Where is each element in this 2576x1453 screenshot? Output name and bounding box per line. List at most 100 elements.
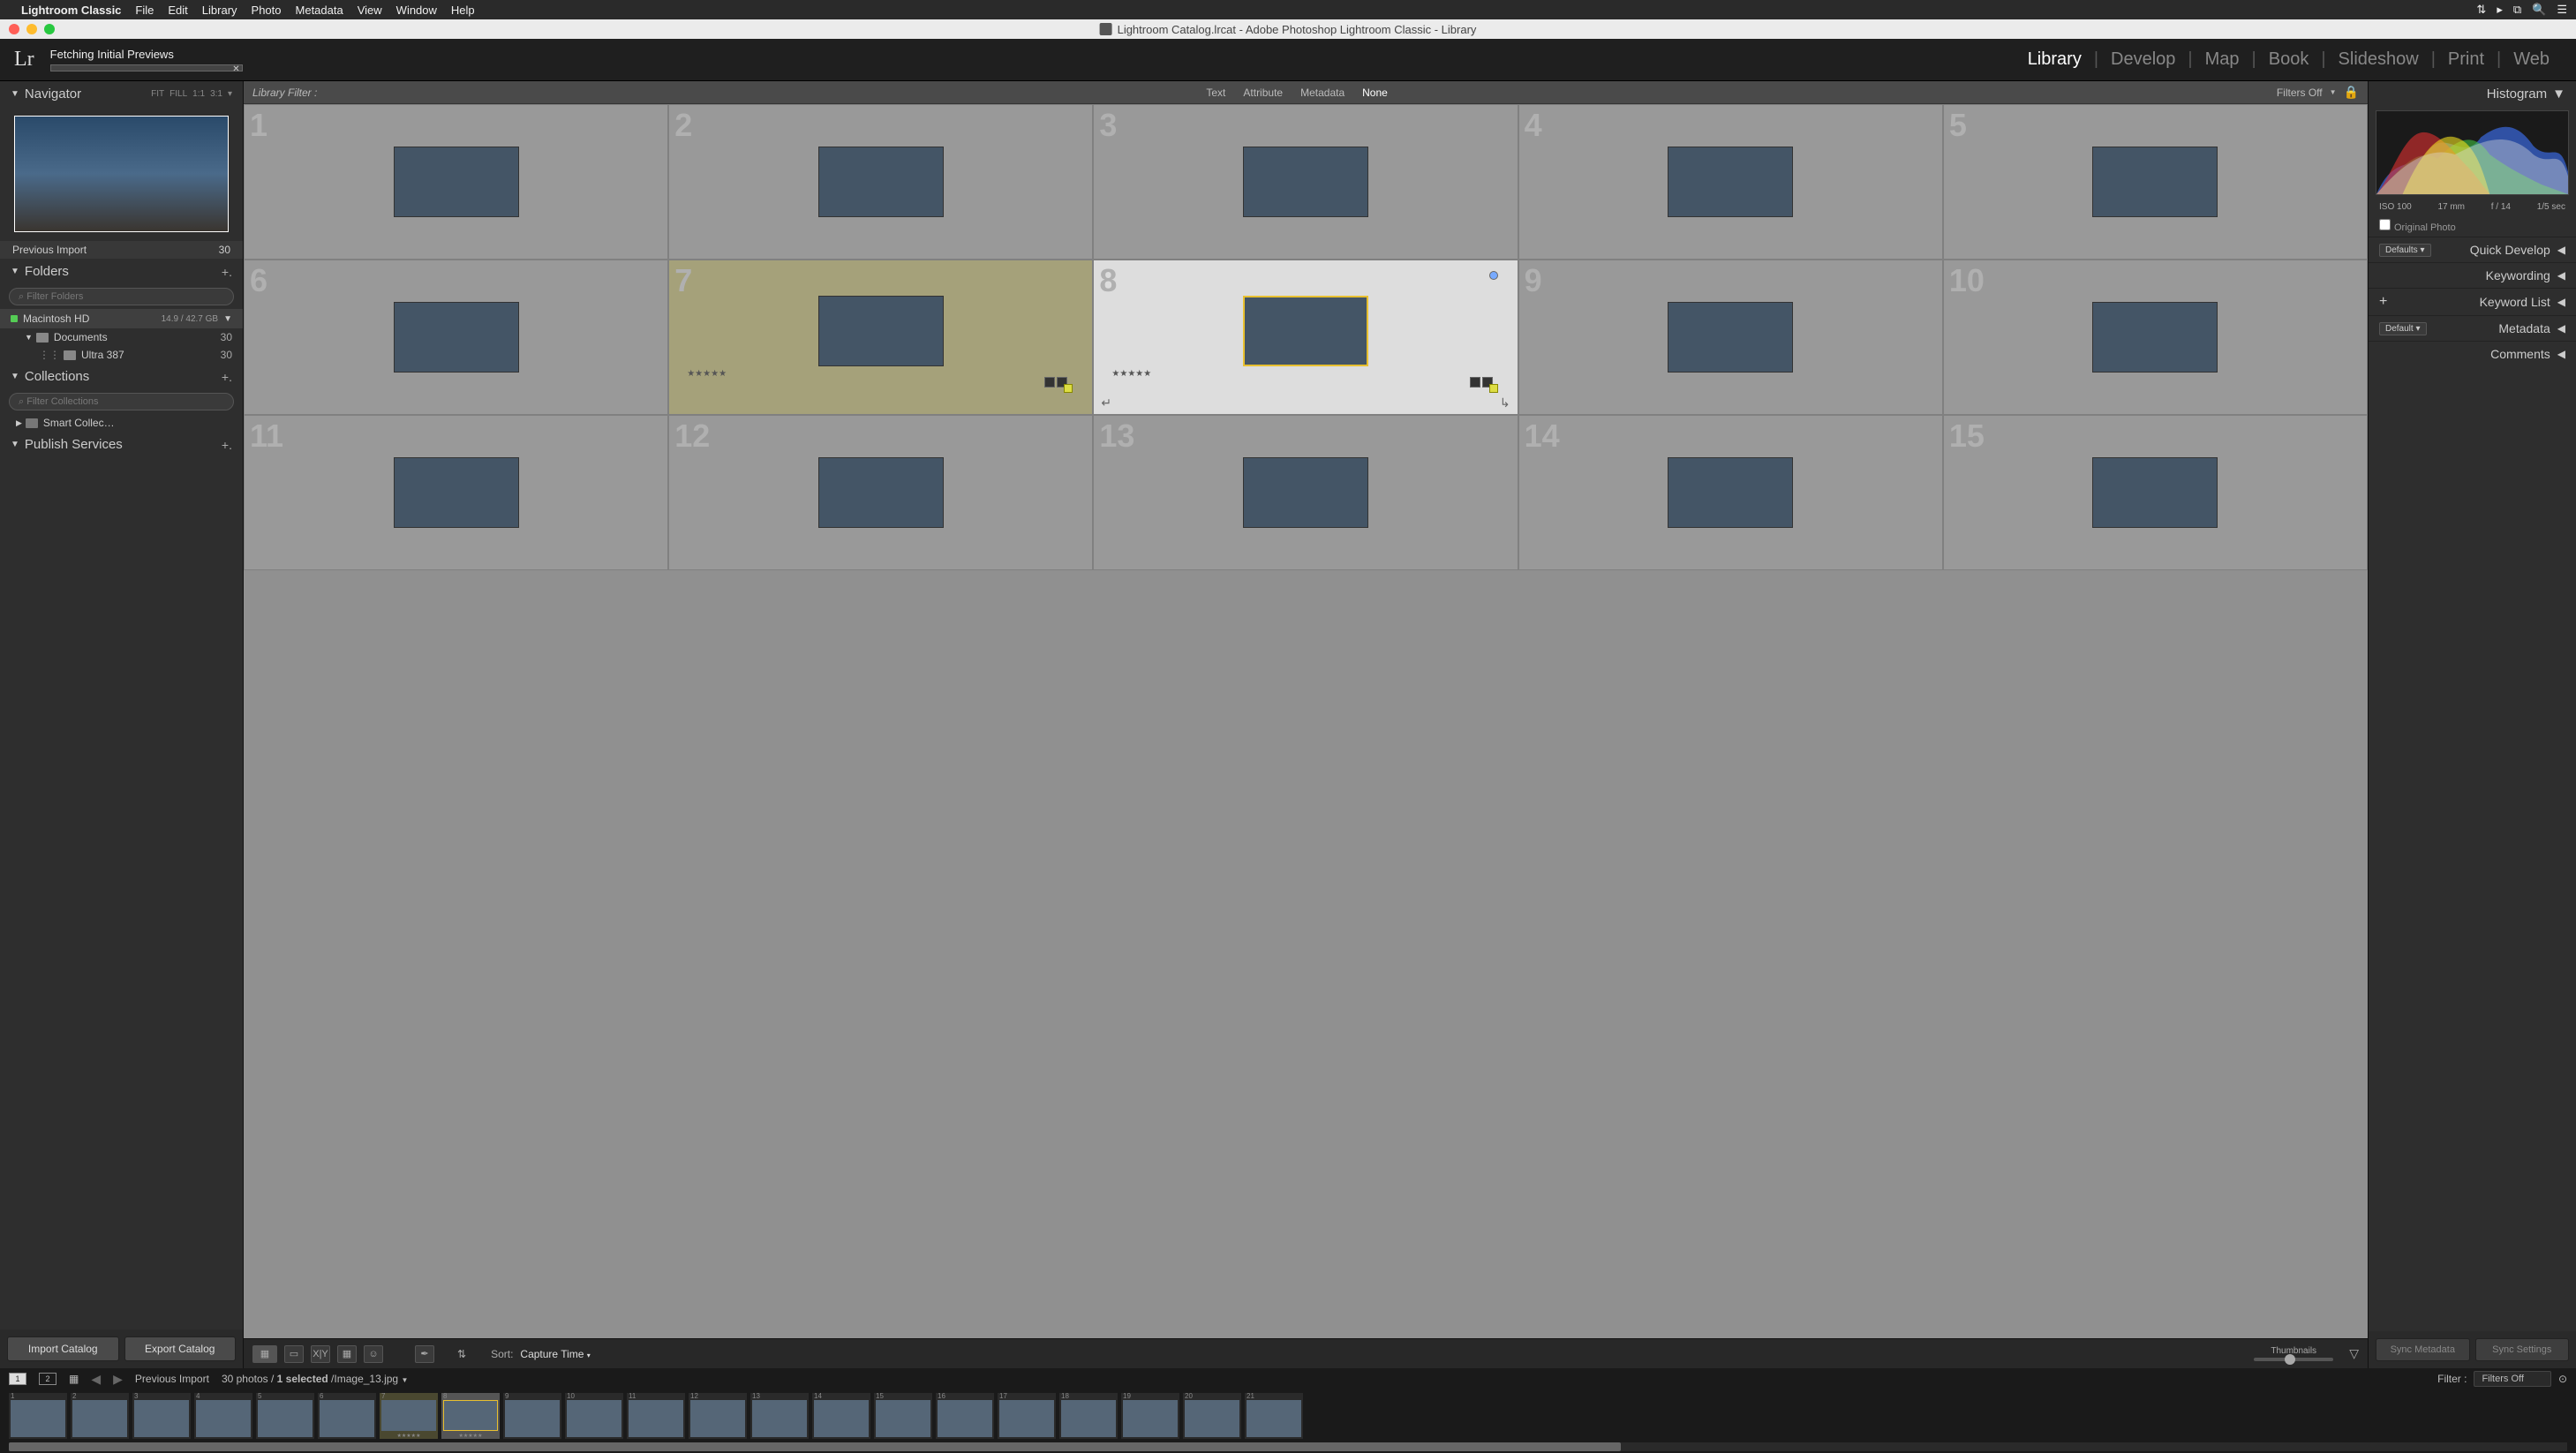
module-develop[interactable]: Develop [2098,49,2188,70]
import-catalog-button[interactable]: Import Catalog [7,1336,119,1361]
filmstrip-thumb[interactable]: 21 [1245,1393,1303,1439]
sort-dropdown[interactable]: Capture Time ▾ [520,1348,590,1360]
menu-photo[interactable]: Photo [252,4,282,17]
filmstrip-thumb[interactable]: 8★★★★★ [441,1393,500,1439]
add-keyword-button[interactable]: + [2379,294,2387,310]
histogram-header[interactable]: Histogram ▼ [2369,81,2576,107]
keyword-list-header[interactable]: + Keyword List ◀ [2369,288,2576,315]
lock-icon[interactable]: 🔒 [2344,85,2359,100]
metadata-header[interactable]: Default ▾ Metadata ◀ [2369,315,2576,341]
grid-cell[interactable]: 1 [244,104,668,260]
module-map[interactable]: Map [2193,49,2252,70]
module-web[interactable]: Web [2501,49,2562,70]
filter-none[interactable]: None [1362,87,1388,99]
back-button[interactable]: ◀ [91,1372,101,1387]
filmstrip-thumb[interactable]: 2 [71,1393,129,1439]
filmstrip-thumb[interactable]: 12 [689,1393,747,1439]
grid-cell[interactable]: 2 [668,104,1093,260]
filter-dropdown[interactable]: Filters Off [2474,1371,2550,1387]
maximize-window-button[interactable] [44,24,55,34]
search-icon[interactable]: 🔍 [2532,3,2546,17]
drive-row[interactable]: Macintosh HD 14.9 / 42.7 GB ▼ [0,309,243,328]
cancel-progress-button[interactable]: ✕ [232,64,239,74]
filmstrip-thumb[interactable]: 19 [1121,1393,1179,1439]
filmstrip-thumb[interactable]: 3 [132,1393,191,1439]
star-rating[interactable]: ★★★★★ [687,369,727,379]
menu-library[interactable]: Library [202,4,237,17]
grid-cell[interactable]: 15 [1943,415,2368,570]
filmstrip-thumb[interactable]: 4 [194,1393,252,1439]
add-publish-button[interactable]: +. [222,438,232,452]
grid-cell[interactable]: 3 [1093,104,1518,260]
grid-cell[interactable]: 14 [1518,415,1943,570]
filter-collections-input[interactable]: ⌕ Filter Collections [9,393,234,410]
defaults-dropdown[interactable]: Defaults ▾ [2379,244,2431,257]
menu-file[interactable]: File [135,4,154,17]
module-library[interactable]: Library [2015,49,2094,70]
menu-icon[interactable]: ☰ [2557,3,2567,17]
filmstrip-thumb[interactable]: 20 [1183,1393,1241,1439]
filmstrip-thumb[interactable]: 1 [9,1393,67,1439]
grid-view-button[interactable]: ▦ [252,1345,277,1363]
filmstrip-thumb[interactable]: 9 [503,1393,561,1439]
filmstrip-thumb[interactable]: 6 [318,1393,376,1439]
add-folder-button[interactable]: +. [222,265,232,279]
filmstrip-thumb[interactable]: 11 [627,1393,685,1439]
app-name[interactable]: Lightroom Classic [21,4,121,17]
nav-mode-fill[interactable]: FILL [169,89,187,99]
filmstrip-thumb[interactable]: 13 [750,1393,809,1439]
display-icon[interactable]: ⧉ [2513,3,2521,17]
menu-window[interactable]: Window [396,4,437,17]
nav-mode-11[interactable]: 1:1 [192,89,205,99]
grid-cell[interactable]: 10 [1943,260,2368,415]
star-rating[interactable]: ★★★★★ [1111,369,1151,379]
filmstrip-thumb[interactable]: 10 [565,1393,623,1439]
keywording-header[interactable]: Keywording ◀ [2369,262,2576,288]
grid-cell[interactable]: 12 [668,415,1093,570]
primary-monitor-button[interactable]: 1 [9,1373,26,1385]
filmstrip-thumb[interactable]: 17 [998,1393,1056,1439]
filmstrip-thumb[interactable]: 16 [936,1393,994,1439]
filter-folders-input[interactable]: ⌕ Filter Folders [9,288,234,305]
people-view-button[interactable]: ☺ [364,1345,383,1363]
filmstrip-thumb[interactable]: 5 [256,1393,314,1439]
module-book[interactable]: Book [2256,49,2322,70]
toolbar-expand-button[interactable]: ▽ [2349,1346,2359,1361]
secondary-monitor-button[interactable]: 2 [39,1373,56,1385]
menu-help[interactable]: Help [451,4,475,17]
grid-icon[interactable]: ▦ [69,1373,79,1385]
sync-metadata-button[interactable]: Sync Metadata [2376,1338,2470,1361]
tag-icon[interactable]: ▸ [2497,3,2503,17]
folder-row[interactable]: ⋮⋮ Ultra 387 30 [0,346,243,364]
filter-switch-icon[interactable]: ⊙ [2558,1373,2567,1385]
histogram[interactable] [2376,110,2569,195]
filmstrip-thumb[interactable]: 15 [874,1393,932,1439]
filmstrip-scrollbar[interactable] [9,1442,2567,1451]
original-photo-checkbox[interactable]: Original Photo [2369,215,2576,237]
nav-mode-fit[interactable]: FIT [151,89,164,99]
add-collection-button[interactable]: +. [222,370,232,384]
grid-cell[interactable]: 9 [1518,260,1943,415]
grid-cell[interactable]: 11 [244,415,668,570]
menu-metadata[interactable]: Metadata [296,4,343,17]
navigator-preview[interactable] [0,107,243,241]
grid-cell[interactable]: 13 [1093,415,1518,570]
export-catalog-button[interactable]: Export Catalog [124,1336,237,1361]
thumbnail-size-slider[interactable] [2254,1358,2333,1361]
filter-text[interactable]: Text [1206,87,1225,99]
publish-header[interactable]: ▼ Publish Services +. [0,432,243,457]
metadata-dropdown[interactable]: Default ▾ [2379,322,2427,335]
painter-button[interactable]: ✒ [415,1345,434,1363]
smart-collections-row[interactable]: ▶ Smart Collec… [0,414,243,432]
grid-cell[interactable]: 5 [1943,104,2368,260]
filmstrip-thumb[interactable]: 7★★★★★ [380,1393,438,1439]
loupe-view-button[interactable]: ▭ [284,1345,304,1363]
filters-off-dropdown[interactable]: Filters Off [2277,87,2323,99]
grid-cell[interactable]: 7★★★★★ [668,260,1093,415]
menu-edit[interactable]: Edit [168,4,187,17]
source-label[interactable]: Previous Import [135,1373,209,1385]
filmstrip-thumb[interactable]: 18 [1059,1393,1118,1439]
forward-button[interactable]: ▶ [113,1372,123,1387]
grid-cell[interactable]: 8★★★★★↵↳ [1093,260,1518,415]
grid-cell[interactable]: 6 [244,260,668,415]
